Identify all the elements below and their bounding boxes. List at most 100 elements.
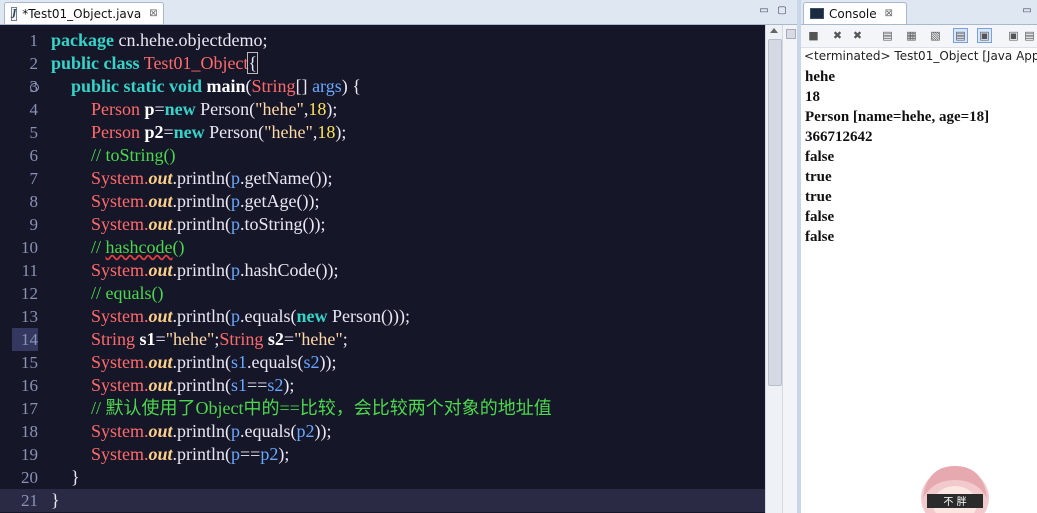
line-number: 9: [29, 215, 39, 234]
clear-console-icon[interactable]: ▤: [881, 29, 894, 42]
code-text: package cn.hehe.objectdemo;: [51, 29, 267, 52]
line-number: 11: [21, 261, 38, 280]
code-token: .toString());: [240, 214, 326, 234]
tab-console[interactable]: Console ⊠: [803, 2, 907, 24]
code-token: out: [148, 168, 173, 188]
code-line[interactable]: 21}: [0, 489, 765, 512]
code-token: System.: [91, 421, 149, 441]
code-line[interactable]: 7 System.out.println(p.getName());: [0, 167, 765, 190]
scroll-up-icon[interactable]: [770, 28, 778, 33]
display-console-icon[interactable]: ▤: [1023, 29, 1036, 42]
code-token: Person()));: [327, 306, 410, 326]
pin-console-icon[interactable]: ▣: [1007, 29, 1020, 42]
code-line[interactable]: 17 // 默认使用了Object中的==比较，会比较两个对象的地址值: [0, 397, 765, 420]
code-token: // 默认使用了Object中的==比较，会比较两个对象的地址值: [91, 398, 552, 418]
overview-marker-icon[interactable]: [786, 29, 796, 39]
code-line[interactable]: 4 Person p=new Person("hehe",18);: [0, 98, 765, 121]
console-output-line: 18: [805, 89, 820, 105]
code-token: .println(: [172, 375, 232, 395]
code-token: =: [155, 329, 166, 349]
console-output-line: false: [805, 209, 835, 225]
code-token: .equals(: [247, 352, 304, 372]
console-output-line: false: [805, 229, 835, 245]
code-token: .println(: [172, 306, 232, 326]
code-token: );: [335, 122, 347, 142]
code-token: Person(: [204, 122, 265, 142]
code-text: // toString(): [91, 144, 176, 167]
code-line[interactable]: 9 System.out.println(p.toString());: [0, 213, 765, 236]
code-line[interactable]: 14 String s1="hehe";String s2="hehe";: [0, 328, 765, 351]
code-token: out: [148, 421, 173, 441]
code-line[interactable]: 19 System.out.println(p==p2);: [0, 443, 765, 466]
fold-toggle-icon[interactable]: [30, 83, 39, 92]
code-token: (): [172, 237, 185, 257]
code-token: .hashCode());: [240, 260, 339, 280]
code-token: p: [231, 306, 241, 326]
code-line[interactable]: 11 System.out.println(p.hashCode());: [0, 259, 765, 282]
code-line[interactable]: 5 Person p2=new Person("hehe",18);: [0, 121, 765, 144]
maximize-icon[interactable]: ▢: [776, 5, 788, 17]
line-number: 7: [29, 169, 39, 188]
code-token: s1: [231, 375, 248, 395]
console-tab-close-icon[interactable]: ⊠: [885, 8, 893, 19]
code-token: .println(: [172, 421, 232, 441]
remove-all-terminated-icon[interactable]: ✖: [851, 29, 864, 42]
code-line[interactable]: 12 // equals(): [0, 282, 765, 305]
show-on-stdout-icon[interactable]: ▤: [953, 28, 968, 43]
code-line[interactable]: 2 public class Test01_Object{: [0, 52, 765, 75]
tab-close-icon[interactable]: ⊠: [149, 8, 157, 19]
code-text: System.out.println(s1.equals(s2));: [91, 351, 337, 374]
code-text: System.out.println(p.hashCode());: [91, 259, 339, 282]
minimize-icon[interactable]: ▭: [758, 5, 770, 17]
code-editor[interactable]: 1 package cn.hehe.objectdemo; 2 public clas…: [0, 25, 765, 513]
code-token: System.: [91, 191, 149, 211]
code-token: p2: [140, 122, 164, 142]
code-line[interactable]: 15 System.out.println(s1.equals(s2));: [0, 351, 765, 374]
terminate-icon[interactable]: ■: [807, 29, 820, 42]
code-token: 18: [317, 122, 336, 142]
scroll-lock-icon[interactable]: ▦: [905, 29, 918, 42]
code-token: }: [51, 490, 60, 510]
code-text: // equals(): [91, 282, 163, 305]
code-line[interactable]: 20}: [0, 466, 765, 489]
code-token: new: [164, 99, 196, 119]
console-terminated-label: <terminated> Test01_Object [Java Applica…: [804, 49, 1037, 63]
scrollbar-thumb[interactable]: [768, 39, 782, 386]
code-token: ));: [319, 352, 337, 372]
code-token: []: [295, 76, 313, 96]
code-token: p: [231, 260, 241, 280]
show-on-stderr-icon[interactable]: ▣: [977, 28, 992, 43]
tab-test01-object-java[interactable]: J *Test01_Object.java ⊠: [4, 2, 164, 24]
code-line[interactable]: 18 System.out.println(p.equals(p2));: [0, 420, 765, 443]
code-line[interactable]: 10 // hashcode(): [0, 236, 765, 259]
code-token: Test01_Object: [139, 53, 249, 73]
code-text: System.out.println(p.getAge());: [91, 190, 320, 213]
code-token: );: [283, 375, 295, 395]
line-number: 10: [21, 238, 38, 257]
code-text: System.out.println(p.equals(new Person()…: [91, 305, 410, 328]
line-number: 12: [21, 284, 38, 303]
editor-vertical-scrollbar[interactable]: [765, 25, 783, 513]
console-output[interactable]: hehe 18 Person [name=hehe, age=18] 36671…: [805, 67, 989, 247]
code-token: out: [148, 444, 173, 464]
code-line[interactable]: 8 System.out.println(p.getAge());: [0, 190, 765, 213]
word-wrap-icon[interactable]: ▧: [929, 29, 942, 42]
code-text: System.out.println(p.equals(p2));: [91, 420, 332, 443]
code-text: }: [71, 466, 80, 489]
line-number: 21: [21, 491, 38, 510]
code-line[interactable]: 3 public static void main(String[] args) …: [0, 75, 765, 98]
code-token: s2: [263, 329, 284, 349]
remove-launch-icon[interactable]: ✖: [831, 29, 844, 42]
code-token: p: [231, 444, 241, 464]
console-minimize-icon[interactable]: ▭: [1021, 5, 1033, 17]
code-text: System.out.println(p.toString());: [91, 213, 326, 236]
code-line[interactable]: 16 System.out.println(s1==s2);: [0, 374, 765, 397]
code-token: Person: [91, 122, 140, 142]
console-output-line: true: [805, 169, 832, 185]
code-token: Person: [91, 99, 140, 119]
code-line[interactable]: 1 package cn.hehe.objectdemo;: [0, 29, 765, 52]
line-number: 20: [21, 468, 38, 487]
code-line[interactable]: 6 // toString(): [0, 144, 765, 167]
line-number: 16: [21, 376, 38, 395]
code-line[interactable]: 13 System.out.println(p.equals(new Person…: [0, 305, 765, 328]
